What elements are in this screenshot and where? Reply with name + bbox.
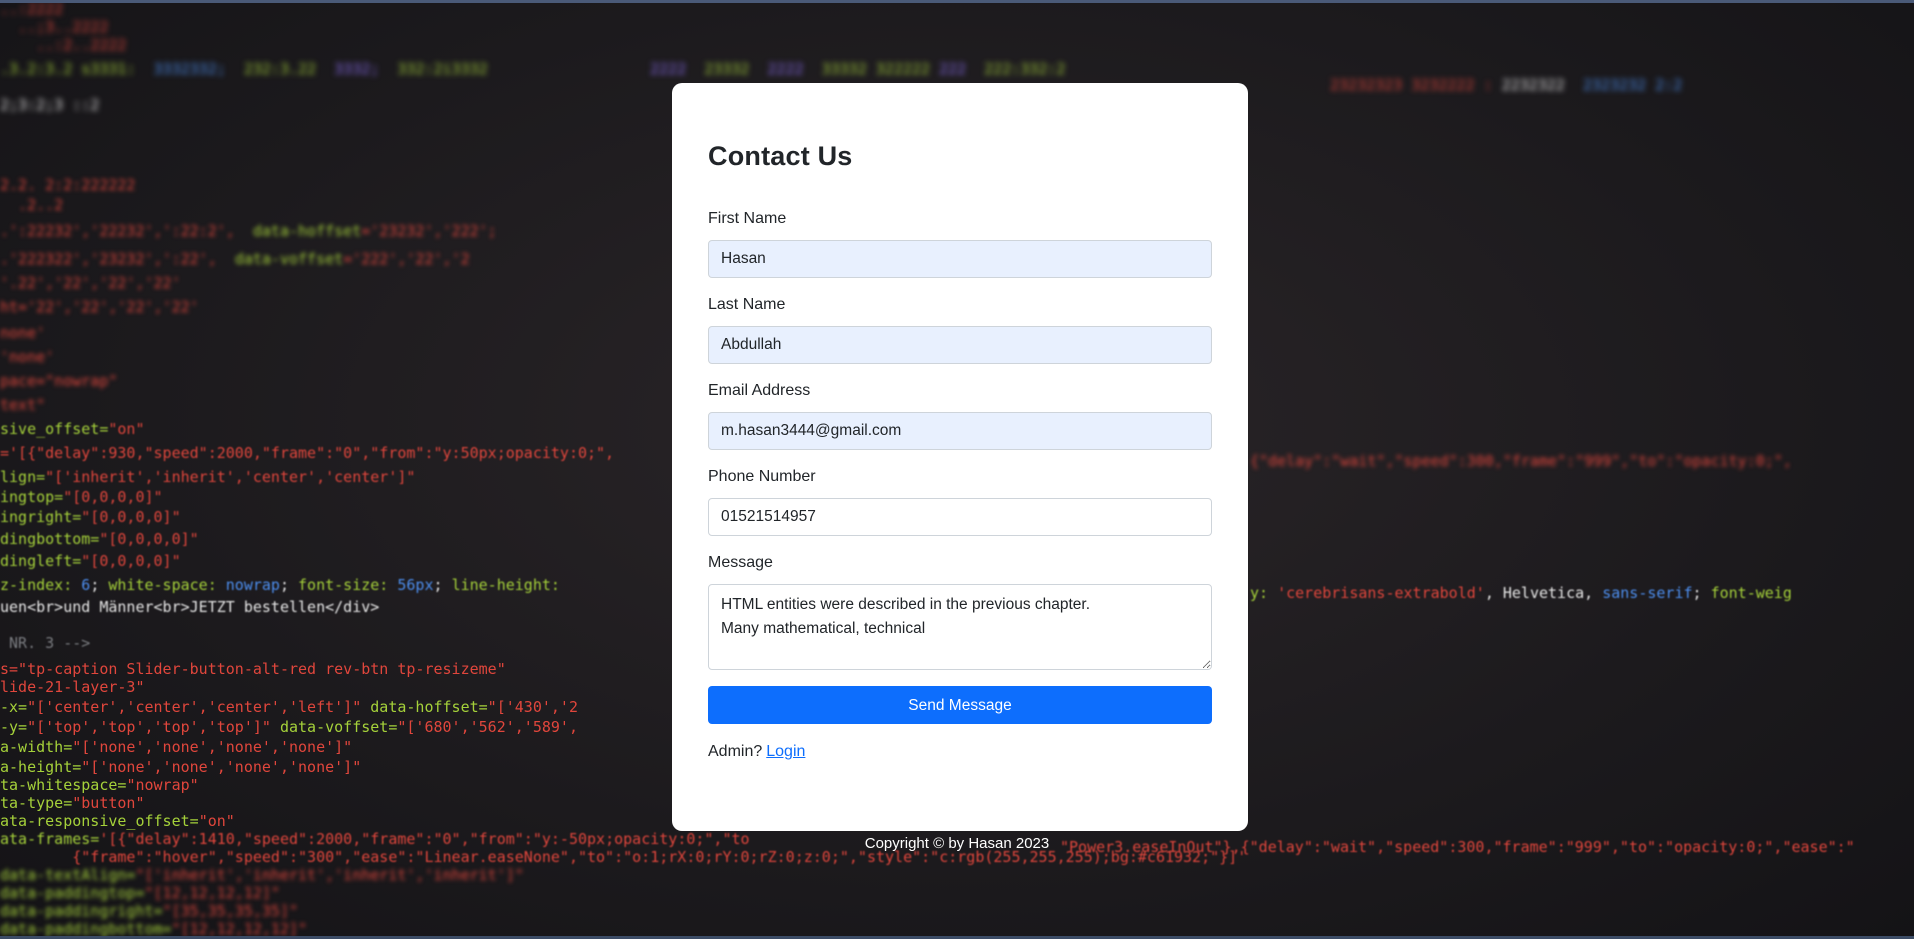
- admin-prompt: Admin?: [708, 743, 763, 760]
- footer-copyright: Copyright © by Hasan 2023: [864, 835, 1050, 852]
- email-label: Email Address: [708, 382, 811, 399]
- send-message-button[interactable]: Send Message: [708, 686, 1212, 724]
- page-title: Contact Us: [708, 141, 853, 171]
- window-top-edge: [0, 0, 1914, 3]
- phone-label: Phone Number: [708, 468, 816, 485]
- last-name-label: Last Name: [708, 296, 786, 313]
- login-link[interactable]: Login: [766, 743, 805, 760]
- email-input[interactable]: [708, 412, 1212, 450]
- message-textarea[interactable]: HTML entities were described in the prev…: [708, 584, 1212, 670]
- phone-input[interactable]: [708, 498, 1212, 536]
- first-name-input[interactable]: [708, 240, 1212, 278]
- message-label: Message: [708, 554, 773, 571]
- last-name-input[interactable]: [708, 326, 1212, 364]
- contact-form-card: Contact Us First Name Last Name Email Ad…: [672, 83, 1248, 831]
- first-name-label: First Name: [708, 210, 787, 227]
- admin-login-row: Admin? Login: [708, 743, 805, 761]
